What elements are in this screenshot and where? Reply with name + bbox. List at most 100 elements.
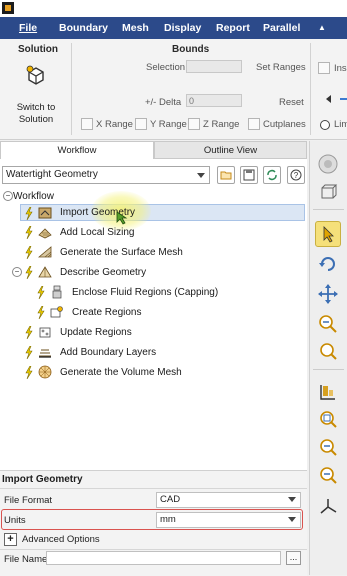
zoom-out-button[interactable]	[315, 435, 341, 461]
tree-item-label: Generate the Surface Mesh	[60, 247, 183, 258]
y-range-checkbox[interactable]	[135, 118, 147, 130]
tree-item-import-geometry[interactable]: Import Geometry	[20, 191, 305, 231]
tree-item-label: Generate the Volume Mesh	[60, 367, 182, 378]
graphics-toolbar	[309, 141, 347, 575]
save-workflow-button[interactable]	[240, 166, 258, 184]
capping-icon	[52, 285, 62, 299]
lightning-icon	[37, 306, 45, 319]
scroll-left-icon[interactable]	[326, 95, 331, 103]
browse-button[interactable]: ...	[286, 551, 301, 565]
x-range-label: X Range	[96, 119, 133, 130]
file-format-select[interactable]: CAD	[156, 492, 301, 508]
tree-item-enclose-fluid-regions[interactable]: Enclose Fluid Regions (Capping)	[0, 284, 307, 301]
model-tree-button[interactable]	[315, 379, 341, 405]
view-cube-button[interactable]	[315, 179, 341, 205]
insert-label: Ins	[334, 63, 347, 74]
app-logo-icon	[2, 2, 14, 14]
ribbon-separator	[310, 43, 311, 135]
switch-to-solution-button[interactable]: Switch to Solution	[4, 64, 68, 125]
divider	[313, 209, 344, 210]
switch-solution-icon	[26, 65, 44, 85]
expand-advanced-icon[interactable]: +	[4, 533, 17, 546]
lightning-icon	[25, 326, 33, 339]
z-range-label: Z Range	[203, 119, 240, 130]
tab-outline-view[interactable]: Outline View	[154, 141, 307, 159]
limit-radio[interactable]	[320, 120, 330, 130]
pointer-icon	[323, 226, 334, 243]
advanced-options-label: Advanced Options	[22, 534, 100, 545]
select-pointer-button[interactable]	[315, 221, 341, 247]
new-workflow-button[interactable]	[217, 166, 235, 184]
units-select[interactable]: mm	[156, 512, 301, 528]
menu-boundary[interactable]: Boundary	[59, 22, 108, 34]
help-icon: ?	[290, 169, 302, 181]
selection-field[interactable]	[186, 60, 242, 73]
zoom-in-out-button[interactable]	[315, 311, 341, 337]
model-tree-icon	[320, 385, 335, 400]
zoom-fit-button[interactable]	[315, 339, 341, 365]
refresh-workflow-button[interactable]	[263, 166, 281, 184]
tree-item-create-regions[interactable]: Create Regions	[0, 304, 307, 321]
bounds-group-title: Bounds	[172, 44, 210, 55]
ribbon: Solution Switch to Solution Bounds Selec…	[0, 39, 347, 140]
menu-file[interactable]: File	[19, 22, 37, 34]
update-regions-icon	[39, 327, 51, 338]
file-name-input[interactable]	[46, 551, 281, 565]
tree-item-generate-surface-mesh[interactable]: Generate the Surface Mesh	[0, 244, 307, 261]
describe-geometry-icon	[38, 266, 52, 278]
chevron-down-icon	[288, 497, 296, 502]
rotate-icon	[319, 257, 335, 271]
x-range-checkbox[interactable]	[81, 118, 93, 130]
file-format-label: File Format	[4, 495, 53, 506]
boundary-layers-icon	[39, 349, 51, 358]
insert-checkbox[interactable]	[318, 62, 330, 74]
tree-item-add-local-sizing[interactable]: Add Local Sizing	[0, 224, 307, 241]
tree-root[interactable]: − Workflow	[0, 188, 307, 205]
slider-track[interactable]	[340, 98, 347, 100]
menu-display[interactable]: Display	[164, 22, 201, 34]
lightning-icon	[25, 207, 33, 220]
task-title: Import Geometry	[2, 474, 83, 485]
tree-item-update-regions[interactable]: Update Regions	[0, 324, 307, 341]
pan-icon	[318, 284, 338, 304]
chevron-down-icon	[288, 517, 296, 522]
axes-icon	[320, 499, 337, 514]
collapse-icon[interactable]: −	[12, 267, 22, 277]
lightning-icon	[25, 346, 33, 359]
workflow-type-select[interactable]: Watertight Geometry	[2, 166, 210, 184]
local-sizing-icon	[38, 228, 52, 239]
zoom-box-button[interactable]	[315, 407, 341, 433]
z-range-checkbox[interactable]	[188, 118, 200, 130]
pan-button[interactable]	[315, 281, 341, 307]
lightning-icon	[25, 266, 33, 279]
menu-mesh[interactable]: Mesh	[122, 22, 149, 34]
surface-mesh-icon	[38, 246, 52, 258]
menu-parallel[interactable]: Parallel	[263, 22, 300, 34]
delta-field[interactable]: 0	[186, 94, 242, 107]
lightning-icon	[25, 366, 33, 379]
tree-item-add-boundary-layers[interactable]: Add Boundary Layers	[0, 344, 307, 361]
switch-solution-line2: Solution	[18, 114, 54, 125]
collapse-ribbon-icon[interactable]: ▲	[318, 23, 326, 32]
menu-report[interactable]: Report	[216, 22, 250, 34]
tab-workflow[interactable]: Workflow	[0, 141, 154, 159]
tree-item-label: Add Local Sizing	[60, 227, 135, 238]
lightning-icon	[37, 286, 45, 299]
tree-item-generate-volume-mesh[interactable]: Generate the Volume Mesh	[0, 364, 307, 381]
units-label: Units	[4, 515, 26, 526]
svg-text:?: ?	[294, 171, 299, 180]
title-bar	[0, 0, 347, 17]
set-ranges-button[interactable]: Set Ranges	[256, 62, 306, 73]
limit-label: Lim	[334, 119, 347, 130]
axes-button[interactable]	[315, 493, 341, 519]
help-button[interactable]: ?	[287, 166, 305, 184]
selection-label: Selection	[146, 62, 186, 73]
orbit-icon	[318, 154, 338, 174]
tree-item-describe-geometry[interactable]: − Describe Geometry	[0, 264, 307, 281]
reset-button[interactable]: Reset	[279, 97, 304, 108]
rotate-button[interactable]	[315, 251, 341, 277]
collapse-icon[interactable]: −	[3, 191, 13, 201]
orbit-button[interactable]	[315, 151, 341, 177]
zoom-area-button[interactable]	[315, 463, 341, 489]
cutplanes-checkbox[interactable]	[248, 118, 260, 130]
